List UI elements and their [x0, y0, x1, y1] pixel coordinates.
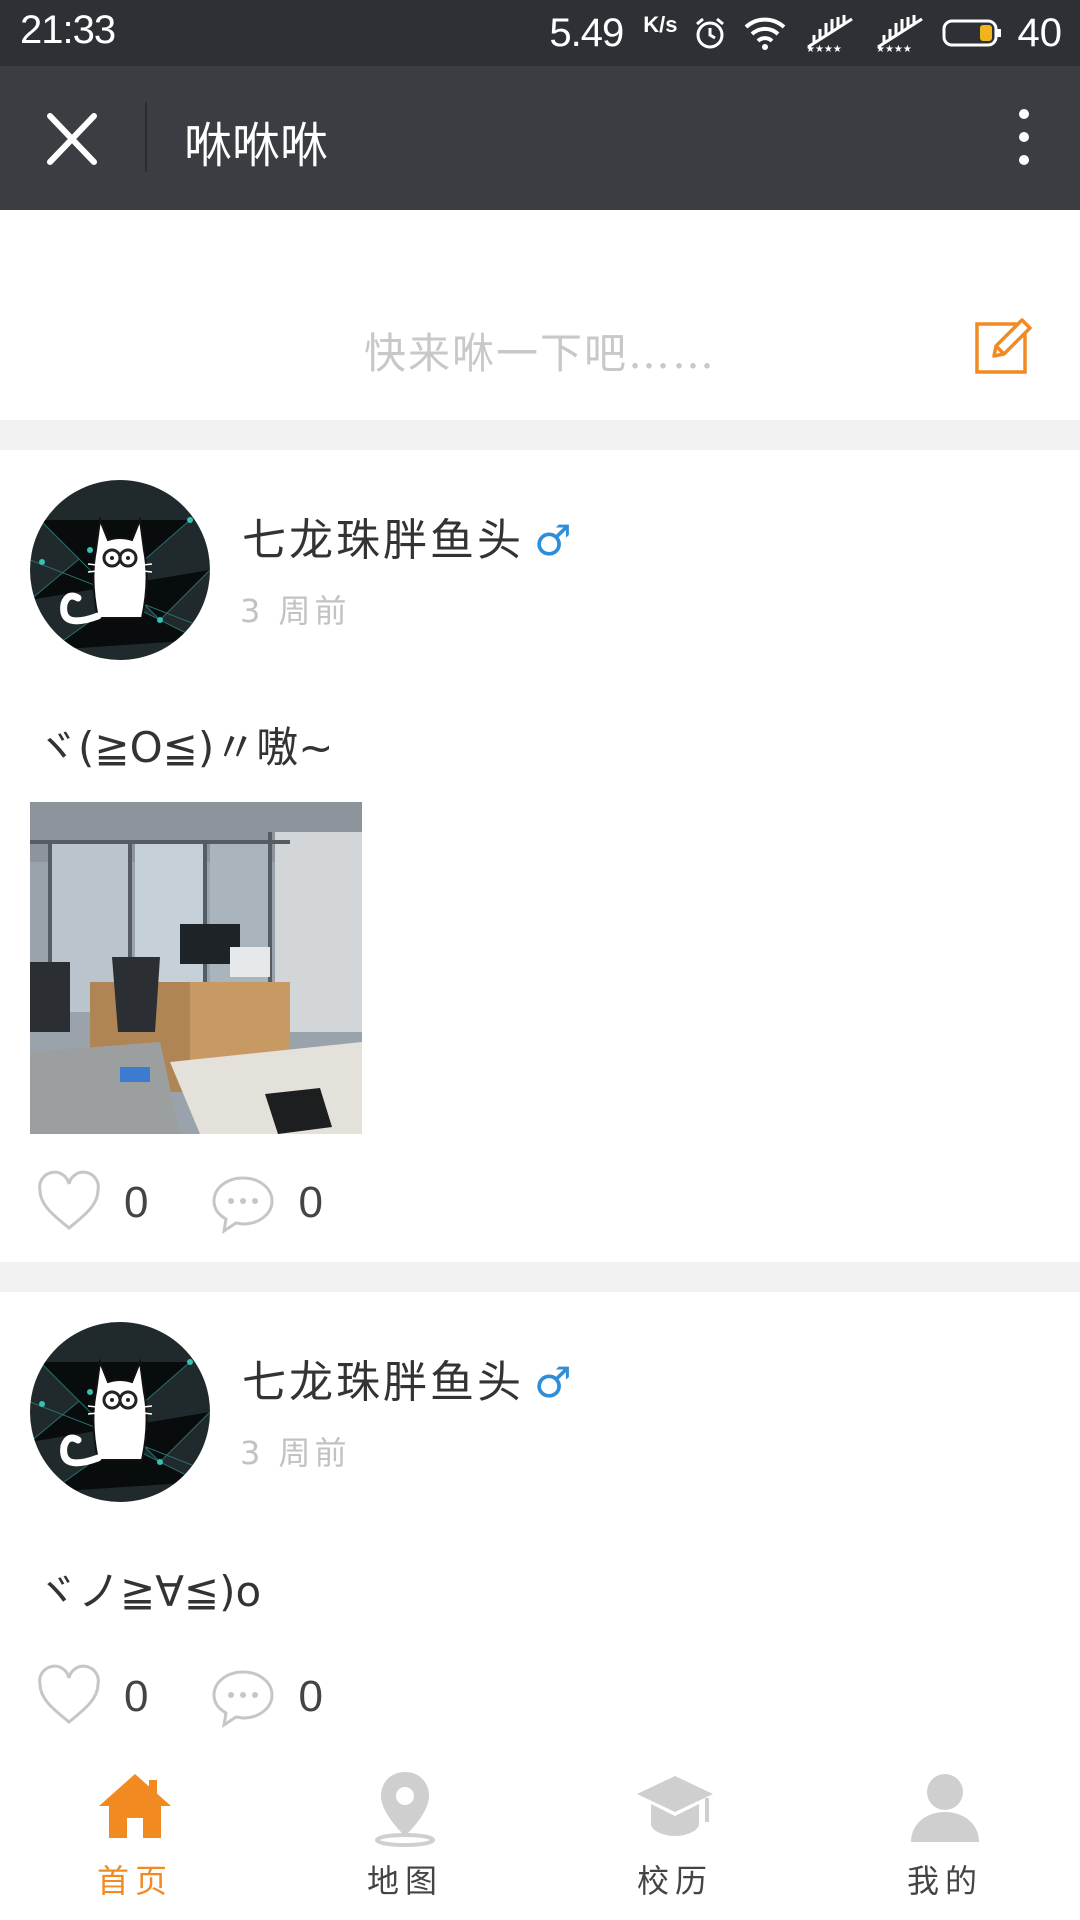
like-count: 0	[124, 1672, 149, 1721]
tab-calendar[interactable]: 校历	[540, 1744, 810, 1920]
bottom-tab-bar: 首页 地图 校历 我的	[0, 1744, 1080, 1920]
post-card: 七龙珠胖鱼头 ♂ 3 周前 ヾノ≧∀≦)o 0 0	[0, 1292, 1080, 1744]
alarm-icon	[695, 17, 724, 49]
svg-text:★★★★: ★★★★	[806, 44, 842, 53]
comment-icon[interactable]	[210, 1664, 276, 1730]
edit-button[interactable]	[974, 314, 1036, 376]
tab-label: 校历	[636, 1862, 713, 1900]
cat-avatar-icon	[30, 1322, 210, 1502]
post-author[interactable]: 七龙珠胖鱼头 ♂	[242, 504, 575, 568]
author-name[interactable]: 七龙珠胖鱼头	[242, 515, 524, 566]
post-actions: 0 0	[36, 1168, 323, 1238]
post-content: ヾ(≧O≦)〃嗷~	[36, 723, 334, 772]
post-time: 3 周前	[240, 592, 351, 630]
title-divider	[145, 102, 147, 172]
post-photo[interactable]	[30, 802, 362, 1134]
tab-label: 地图	[366, 1862, 443, 1900]
title-bar: 咻咻咻	[0, 66, 1080, 210]
avatar[interactable]	[30, 480, 210, 660]
user-icon	[911, 1774, 979, 1842]
network-speed: 5.49	[549, 10, 624, 55]
post-content: ヾノ≧∀≦)o	[36, 1567, 262, 1616]
post-author[interactable]: 七龙珠胖鱼头 ♂	[242, 1346, 575, 1410]
home-icon	[99, 1774, 171, 1838]
tab-map[interactable]: 地图	[270, 1744, 540, 1920]
office-photo	[30, 802, 362, 1134]
heart-icon[interactable]	[36, 1664, 102, 1730]
tab-label: 我的	[906, 1862, 983, 1900]
signal-icon: ★★★★	[806, 15, 853, 53]
status-bar: 21:33 5.49 K/s ★★★★ ★★★★ 40	[0, 0, 1080, 66]
post-card: 七龙珠胖鱼头 ♂ 3 周前 ヾ(≧O≦)〃嗷~ 0 0	[0, 450, 1080, 1262]
tab-label: 首页	[96, 1862, 173, 1900]
cat-avatar-icon	[30, 480, 210, 660]
close-icon	[47, 113, 97, 165]
like-count: 0	[124, 1178, 149, 1227]
post-actions: 0 0	[36, 1662, 323, 1732]
comment-count: 0	[298, 1178, 323, 1227]
comment-icon[interactable]	[210, 1170, 276, 1236]
battery-icon	[942, 19, 1001, 47]
graduation-cap-icon	[637, 1776, 713, 1836]
gender-male-icon: ♂	[534, 516, 575, 565]
heart-icon[interactable]	[36, 1170, 102, 1236]
close-button[interactable]	[30, 104, 114, 174]
comment-count: 0	[298, 1672, 323, 1721]
status-time: 21:33	[20, 8, 116, 52]
svg-text:★★★★: ★★★★	[876, 44, 912, 53]
gender-male-icon: ♂	[534, 1358, 575, 1407]
compose-placeholder[interactable]: 快来咻一下吧……	[0, 320, 1080, 381]
more-button[interactable]	[1004, 104, 1044, 174]
tab-profile[interactable]: 我的	[810, 1744, 1080, 1920]
tab-home[interactable]: 首页	[0, 1744, 270, 1920]
more-vertical-icon	[1019, 109, 1029, 165]
network-speed-unit: K/s	[643, 12, 678, 37]
author-name[interactable]: 七龙珠胖鱼头	[242, 1357, 524, 1408]
avatar[interactable]	[30, 1322, 210, 1502]
battery-level: 40	[1017, 10, 1063, 55]
status-indicators: 5.49 K/s ★★★★ ★★★★ 40	[549, 8, 1062, 58]
page-title: 咻咻咻	[184, 118, 329, 174]
map-pin-icon	[375, 1772, 435, 1847]
compose-area[interactable]: 快来咻一下吧……	[0, 210, 1080, 420]
edit-icon	[975, 318, 1032, 374]
signal-icon-2: ★★★★	[876, 15, 923, 53]
post-time: 3 周前	[240, 1434, 351, 1472]
wifi-icon	[744, 17, 785, 50]
